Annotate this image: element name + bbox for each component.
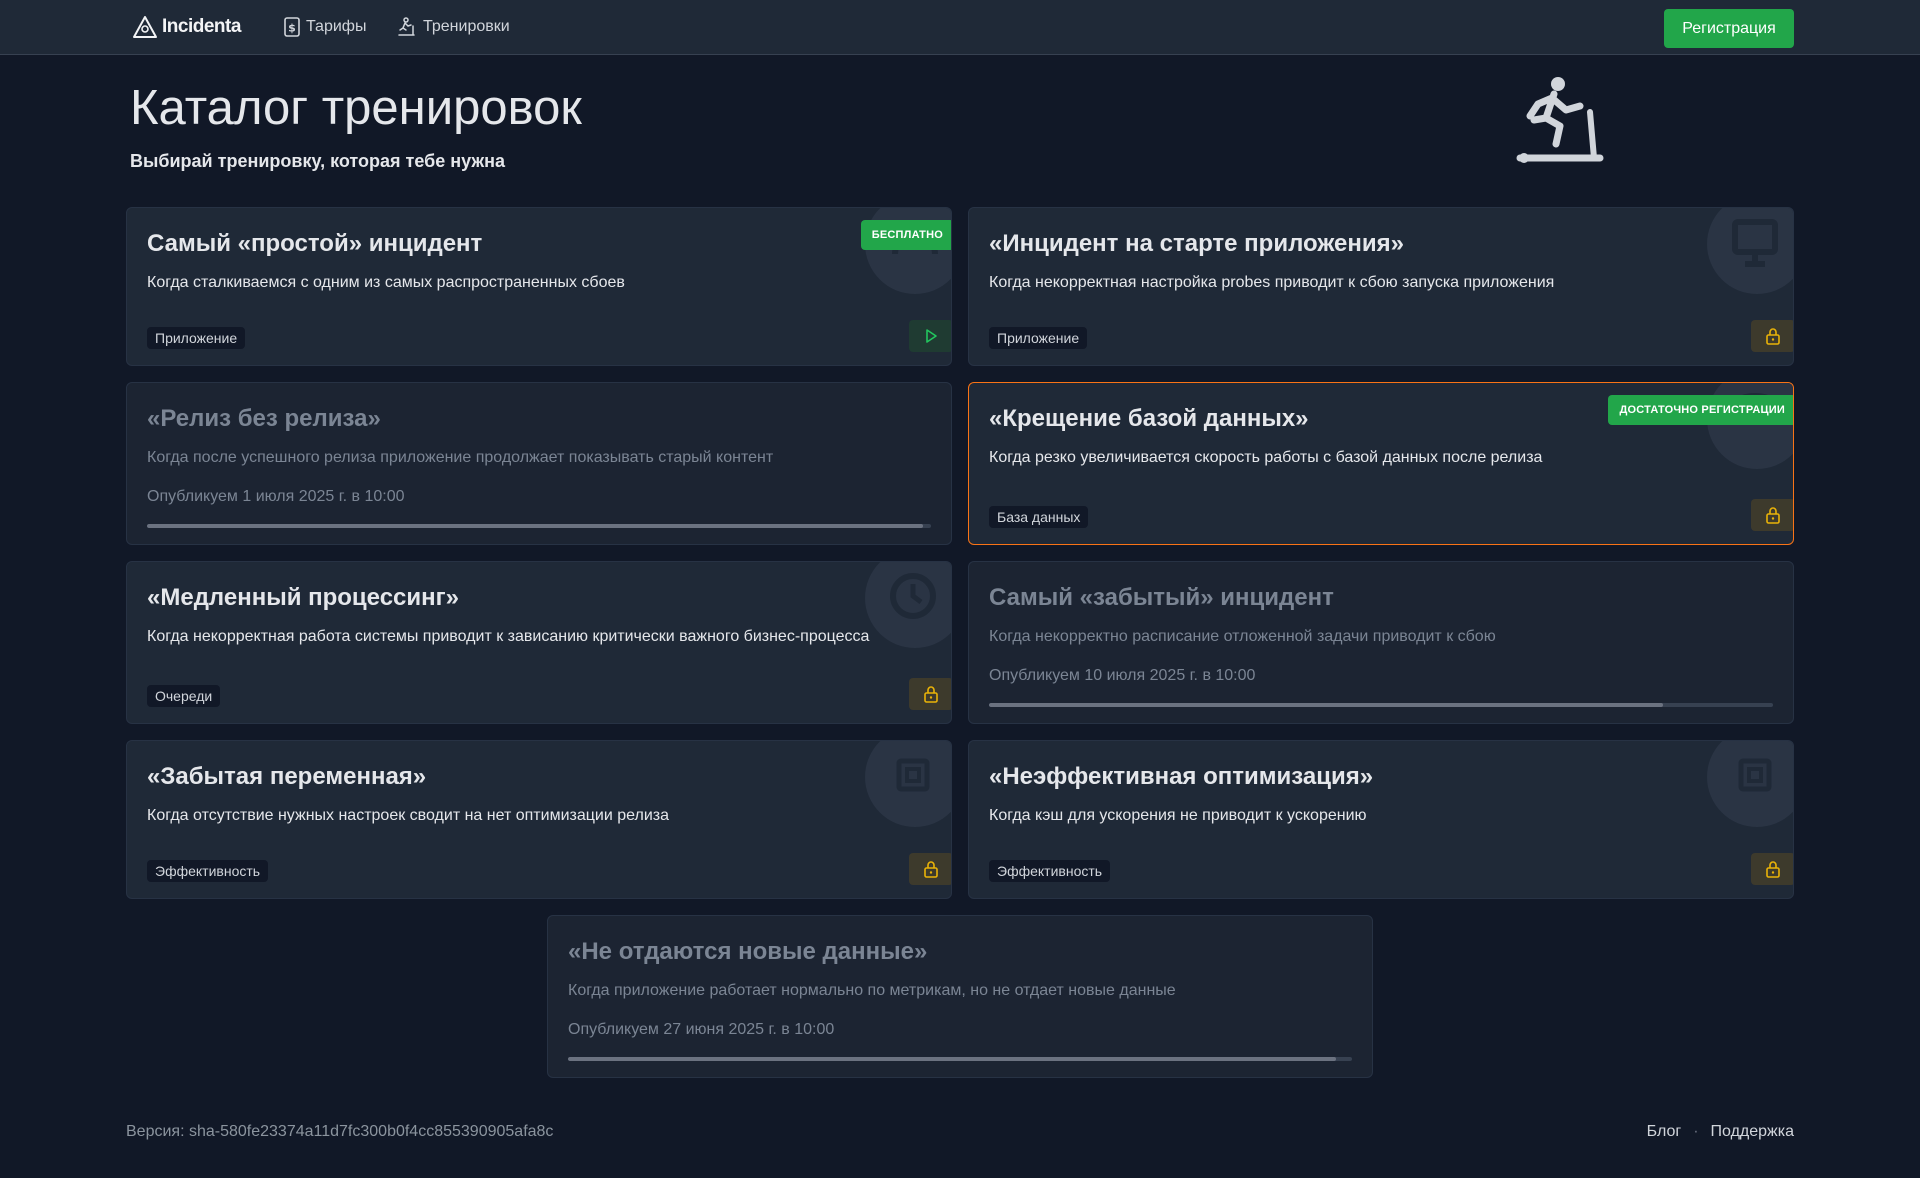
- training-card-database-baptism[interactable]: «Крещение базой данных» Когда резко увел…: [968, 382, 1794, 545]
- chip-icon: [1707, 741, 1793, 827]
- card-description: Когда приложение работает нормально по м…: [568, 982, 1176, 999]
- page-title: Каталог тренировок: [130, 81, 582, 135]
- training-card-forgotten-variable[interactable]: «Забытая переменная» Когда отсутствие ну…: [126, 740, 952, 899]
- nav-tariffs-label: Тарифы: [306, 18, 367, 35]
- card-description: Когда некорректно расписание отложенной …: [989, 628, 1496, 645]
- register-button[interactable]: Регистрация: [1664, 9, 1794, 48]
- countdown-progress: [568, 1057, 1352, 1061]
- lock-icon: [1766, 328, 1780, 345]
- training-card-inefficient-optimization[interactable]: «Неэффективная оптимизация» Когда кэш дл…: [968, 740, 1794, 899]
- warning-triangle-icon: [133, 16, 157, 38]
- monitor-icon: [1707, 208, 1793, 294]
- nav-trainings[interactable]: Тренировки: [397, 17, 510, 37]
- lock-button[interactable]: [1751, 853, 1793, 885]
- navbar: Incidenta $ Тарифы Тренировки Регистраци…: [0, 0, 1920, 55]
- play-button[interactable]: [909, 320, 951, 352]
- card-tag: Приложение: [147, 327, 246, 349]
- dollar-doc-icon: $: [284, 17, 300, 37]
- countdown-progress: [989, 703, 1773, 707]
- training-card-forgotten-incident: Самый «забытый» инцидент Когда некоррект…: [968, 561, 1794, 724]
- clock-gear-icon: [865, 562, 951, 648]
- training-card-slow-processing[interactable]: «Медленный процессинг» Когда некорректна…: [126, 561, 952, 724]
- play-icon: [926, 329, 937, 343]
- lock-icon: [1766, 861, 1780, 878]
- training-card-no-new-data: «Не отдаются новые данные» Когда приложе…: [547, 915, 1373, 1078]
- publish-date: Опубликуем 27 июня 2025 г. в 10:00: [568, 1021, 835, 1038]
- card-tag: Приложение: [989, 327, 1088, 349]
- card-tag: База данных: [989, 506, 1089, 528]
- card-title: «Релиз без релиза»: [147, 405, 381, 432]
- treadmill-runner-icon: [1516, 77, 1604, 163]
- logo-text: Incidenta: [162, 16, 241, 37]
- blog-link[interactable]: Блог: [1647, 1123, 1682, 1141]
- lock-button[interactable]: [1751, 499, 1793, 531]
- nav-trainings-label: Тренировки: [423, 18, 510, 35]
- separator: ·: [1693, 1123, 1699, 1140]
- countdown-progress: [147, 524, 931, 528]
- version-info: Версия: sha-580fe23374a11d7fc300b0f4cc85…: [126, 1123, 554, 1140]
- training-card-release-without-release: «Релиз без релиза» Когда после успешного…: [126, 382, 952, 545]
- lock-icon: [1766, 507, 1780, 524]
- card-tag: Эффективность: [989, 860, 1111, 882]
- card-description: Когда кэш для ускорения не приводит к ус…: [989, 807, 1367, 824]
- card-description: Когда отсутствие нужных настроек сводит …: [147, 807, 669, 824]
- support-link[interactable]: Поддержка: [1711, 1123, 1794, 1141]
- page-subtitle: Выбирай тренировку, которая тебе нужна: [130, 151, 505, 171]
- card-title: «Забытая переменная»: [147, 763, 427, 790]
- registration-badge: ДОСТАТОЧНО РЕГИСТРАЦИИ: [1608, 395, 1793, 425]
- card-description: Когда некорректная работа системы привод…: [147, 628, 870, 645]
- lock-button[interactable]: [909, 853, 951, 885]
- card-title: «Инцидент на старте приложения»: [989, 230, 1405, 257]
- logo[interactable]: Incidenta: [132, 14, 241, 40]
- lock-button[interactable]: [909, 678, 951, 710]
- lock-button[interactable]: [1751, 320, 1793, 352]
- svg-text:$: $: [288, 22, 296, 35]
- chip-icon: [865, 741, 951, 827]
- card-description: Когда некорректная настройка probes прив…: [989, 274, 1555, 291]
- card-tag: Эффективность: [147, 860, 269, 882]
- card-description: Когда после успешного релиза приложение …: [147, 449, 774, 466]
- lock-icon: [924, 686, 938, 703]
- publish-date: Опубликуем 10 июля 2025 г. в 10:00: [989, 667, 1256, 684]
- footer-links: Блог · Поддержка: [1647, 1123, 1794, 1141]
- card-title: «Крещение базой данных»: [989, 405, 1309, 432]
- nav-tariffs[interactable]: $ Тарифы: [284, 17, 366, 37]
- lock-icon: [924, 861, 938, 878]
- publish-date: Опубликуем 1 июля 2025 г. в 10:00: [147, 488, 405, 505]
- card-title: «Неэффективная оптимизация»: [989, 763, 1374, 790]
- training-card-startup-incident[interactable]: «Инцидент на старте приложения» Когда не…: [968, 207, 1794, 366]
- card-title: Самый «простой» инцидент: [147, 230, 483, 257]
- free-badge: БЕСПЛАТНО: [860, 220, 951, 250]
- card-title: «Не отдаются новые данные»: [568, 938, 928, 965]
- treadmill-icon: [398, 17, 415, 36]
- training-card-simple-incident[interactable]: Самый «простой» инцидент Когда сталкивае…: [126, 207, 952, 366]
- card-title: Самый «забытый» инцидент: [989, 584, 1334, 611]
- card-title: «Медленный процессинг»: [147, 584, 459, 611]
- card-tag: Очереди: [147, 685, 221, 707]
- card-description: Когда сталкиваемся с одним из самых расп…: [147, 274, 625, 291]
- card-description: Когда резко увеличивается скорость работ…: [989, 449, 1543, 466]
